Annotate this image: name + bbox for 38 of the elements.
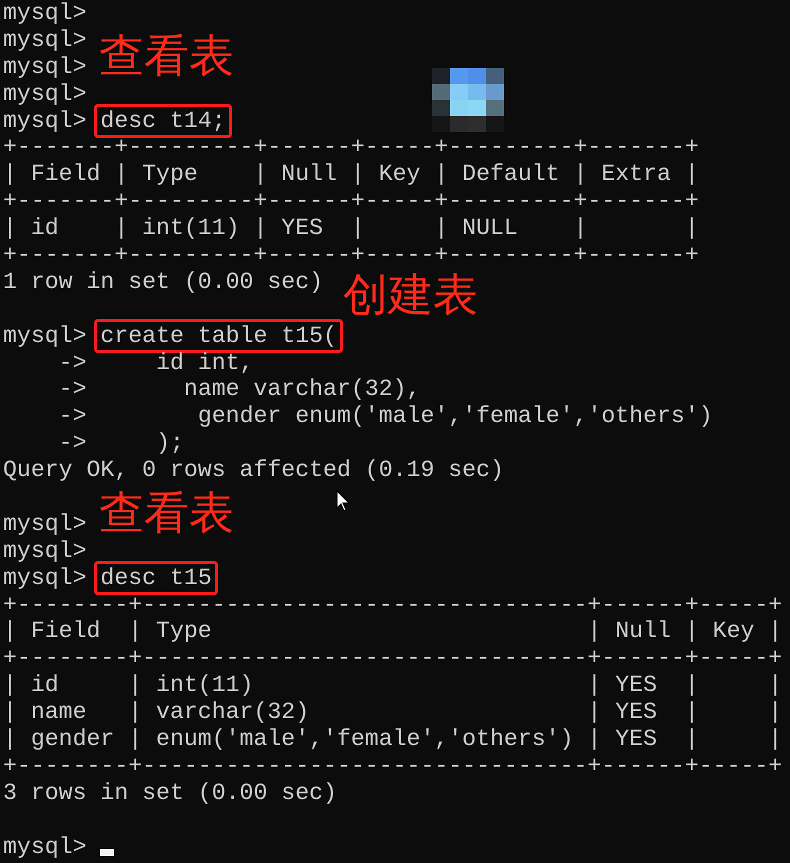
command-text: create table t15(: [94, 318, 343, 353]
output-line: Query OK, 0 rows affected (0.19 sec): [3, 457, 504, 484]
command-text: );: [156, 430, 184, 456]
pixelation-mosaic: [432, 68, 504, 132]
annotation-label: 查看表: [99, 490, 234, 536]
prompt: mysql>: [3, 564, 86, 591]
command-text: desc t14;: [94, 104, 232, 138]
continuation-prompt: ->: [58, 430, 86, 456]
prompt: mysql>: [3, 322, 86, 349]
output-line: 1 row in set (0.00 sec): [3, 268, 324, 295]
command-text: desc t15: [94, 560, 218, 595]
prompt: mysql>: [3, 108, 86, 134]
command-text: gender enum('male','female','others'): [198, 403, 713, 430]
output-line: | id | int(11) | YES | | NULL | |: [3, 215, 699, 242]
annotation-label: 创建表: [343, 272, 478, 318]
prompt: mysql>: [3, 0, 86, 26]
prompt: mysql>: [3, 834, 86, 860]
continuation-prompt: ->: [58, 403, 86, 430]
annotation-label: 查看表: [99, 32, 234, 79]
output-line: | id | int(11) | YES | |: [3, 672, 782, 698]
output-line: +--------+--------------------------------+------+-----+: [3, 645, 782, 672]
continuation-prompt: ->: [58, 376, 86, 402]
output-line: 3 rows in set (0.00 sec): [3, 780, 337, 806]
prompt: mysql>: [3, 80, 86, 107]
output-line: +-------+---------+------+-----+---------+-------+: [3, 242, 699, 268]
output-line: | Field | Type | Null | Key | Default | Extra |: [3, 161, 699, 188]
command-text: name varchar(32),: [184, 376, 420, 402]
continuation-prompt: ->: [58, 350, 86, 376]
output-line: | Field | Type | Null | Key |: [3, 618, 782, 644]
prompt: mysql>: [3, 54, 86, 80]
output-line: | gender | enum('male','female','others') | YES | |: [3, 726, 782, 752]
output-line: | name | varchar(32) | YES | |: [3, 699, 782, 726]
mouse-pointer-icon: [336, 490, 350, 512]
prompt: mysql>: [3, 26, 86, 53]
output-line: +--------+--------------------------------+------+-----+: [3, 752, 782, 779]
prompt: mysql>: [3, 510, 86, 537]
output-line: +-------+---------+------+-----+---------+-------+: [3, 188, 699, 214]
prompt: mysql>: [3, 538, 86, 564]
